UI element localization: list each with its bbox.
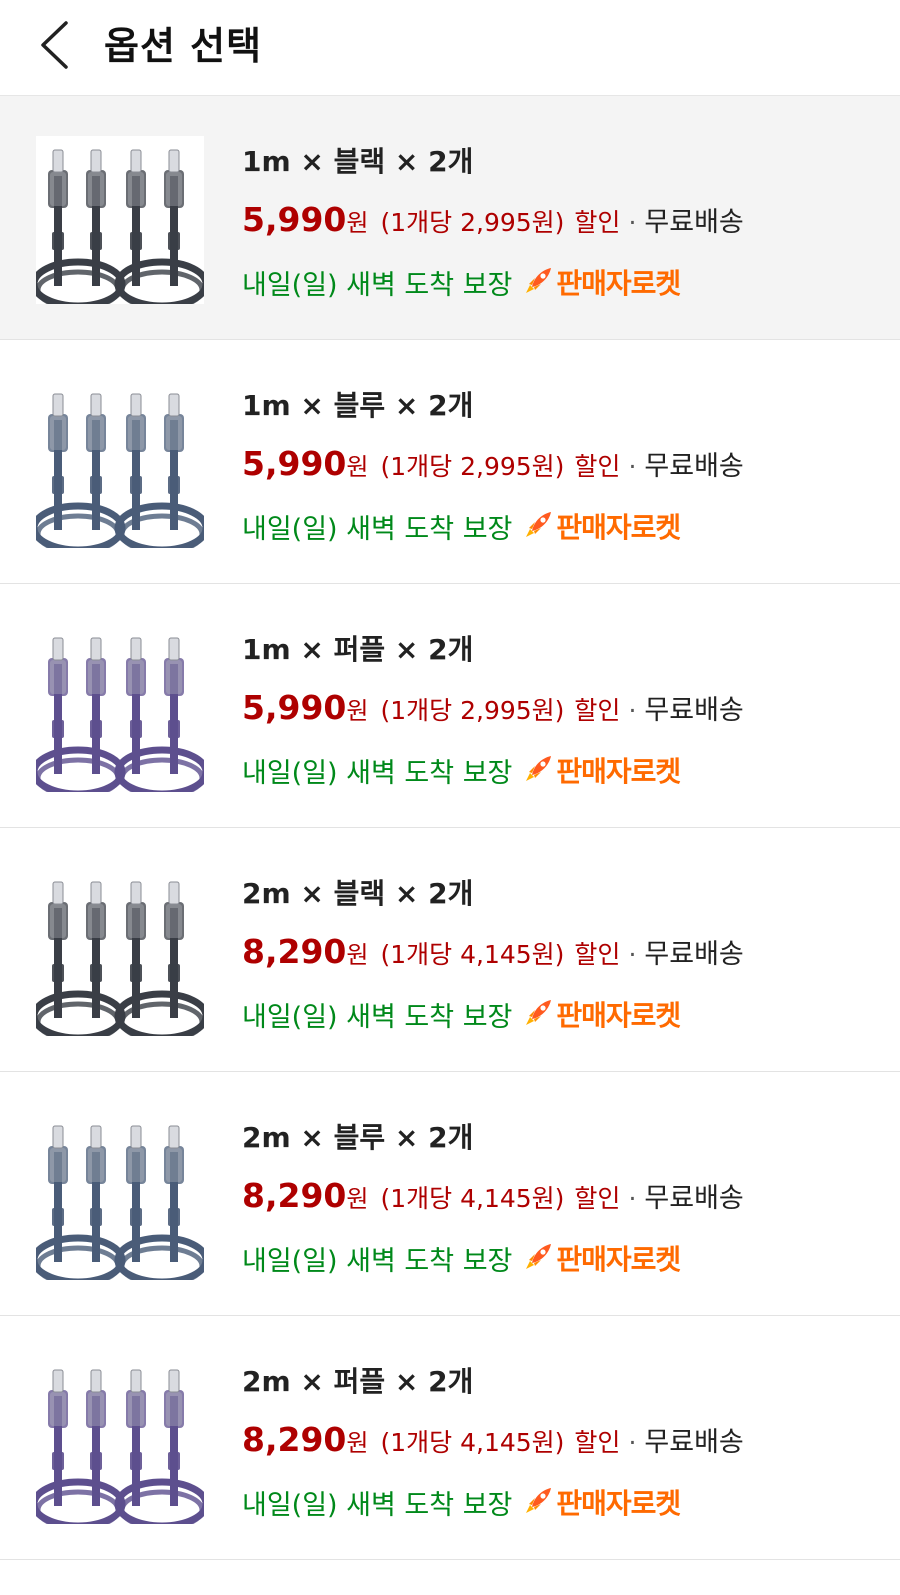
- option-item[interactable]: 2m × 블루 × 2개 8,290 원 (1개당 4,145원) 할인 · 무…: [0, 1072, 900, 1316]
- unit-price: (1개당 2,995원): [380, 696, 565, 725]
- price-line: 5,990 원 (1개당 2,995원) 할인 · 무료배송: [242, 200, 744, 244]
- option-item[interactable]: 2m × 퍼플 × 2개 8,290 원 (1개당 4,145원) 할인 · 무…: [0, 1316, 900, 1560]
- option-name: 1m × 블루 × 2개: [242, 389, 474, 422]
- unit-price: (1개당 4,145원): [380, 940, 565, 969]
- delivery-line: 내일(일) 새벽 도착 보장 판매자로켓: [242, 992, 681, 1036]
- option-name: 2m × 블루 × 2개: [242, 1121, 474, 1154]
- product-thumbnail: [36, 380, 204, 548]
- separator-dot: ·: [628, 1184, 637, 1213]
- seller-rocket-badge: 판매자로켓: [556, 755, 681, 788]
- separator-dot: ·: [628, 940, 637, 969]
- option-name: 1m × 블랙 × 2개: [242, 145, 474, 178]
- shipping-label: 무료배송: [644, 1183, 744, 1214]
- option-item[interactable]: 1m × 블랙 × 2개 5,990 원 (1개당 2,995원) 할인 · 무…: [0, 96, 900, 340]
- delivery-line: 내일(일) 새벽 도착 보장 판매자로켓: [242, 1236, 681, 1280]
- arrival-guarantee: 내일(일) 새벽 도착 보장: [242, 1489, 513, 1521]
- unit-price: (1개당 2,995원): [380, 208, 565, 237]
- product-thumbnail: [36, 136, 204, 304]
- discount-label: 할인: [574, 1184, 621, 1213]
- option-item[interactable]: 1m × 퍼플 × 2개 5,990 원 (1개당 2,995원) 할인 · 무…: [0, 584, 900, 828]
- price: 8,290: [242, 1420, 347, 1459]
- page-title: 옵션 선택: [104, 24, 263, 68]
- separator-dot: ·: [628, 452, 637, 481]
- option-list: 1m × 블랙 × 2개 5,990 원 (1개당 2,995원) 할인 · 무…: [0, 96, 900, 1560]
- unit-price: (1개당 2,995원): [380, 452, 565, 481]
- currency-label: 원: [346, 1429, 369, 1457]
- seller-rocket-badge: 판매자로켓: [556, 511, 681, 544]
- seller-rocket-badge: 판매자로켓: [556, 1487, 681, 1520]
- top-bar: 옵션 선택: [0, 0, 900, 96]
- shipping-label: 무료배송: [644, 1427, 744, 1458]
- product-thumbnail: [36, 624, 204, 792]
- seller-rocket-badge: 판매자로켓: [556, 1243, 681, 1276]
- price: 8,290: [242, 932, 347, 971]
- rocket-icon: [526, 512, 552, 537]
- discount-label: 할인: [574, 696, 621, 725]
- arrival-guarantee: 내일(일) 새벽 도착 보장: [242, 269, 513, 301]
- option-name: 2m × 블랙 × 2개: [242, 877, 474, 910]
- delivery-line: 내일(일) 새벽 도착 보장 판매자로켓: [242, 748, 681, 792]
- currency-label: 원: [346, 209, 369, 237]
- discount-label: 할인: [574, 452, 621, 481]
- option-name: 1m × 퍼플 × 2개: [242, 633, 474, 666]
- price: 5,990: [242, 688, 347, 727]
- rocket-icon: [526, 1488, 552, 1513]
- currency-label: 원: [346, 941, 369, 969]
- rocket-icon: [526, 756, 552, 781]
- unit-price: (1개당 4,145원): [380, 1184, 565, 1213]
- price-line: 8,290 원 (1개당 4,145원) 할인 · 무료배송: [242, 1420, 744, 1464]
- price-line: 8,290 원 (1개당 4,145원) 할인 · 무료배송: [242, 932, 744, 976]
- discount-label: 할인: [574, 208, 621, 237]
- shipping-label: 무료배송: [644, 939, 744, 970]
- product-thumbnail: [36, 868, 204, 1036]
- price: 5,990: [242, 444, 347, 483]
- price-line: 8,290 원 (1개당 4,145원) 할인 · 무료배송: [242, 1176, 744, 1220]
- arrival-guarantee: 내일(일) 새벽 도착 보장: [242, 513, 513, 545]
- delivery-line: 내일(일) 새벽 도착 보장 판매자로켓: [242, 504, 681, 548]
- shipping-label: 무료배송: [644, 695, 744, 726]
- price-line: 5,990 원 (1개당 2,995원) 할인 · 무료배송: [242, 688, 744, 732]
- shipping-label: 무료배송: [644, 207, 744, 238]
- product-thumbnail: [36, 1356, 204, 1524]
- product-thumbnail: [36, 1112, 204, 1280]
- shipping-label: 무료배송: [644, 451, 744, 482]
- rocket-icon: [526, 1244, 552, 1269]
- separator-dot: ·: [628, 696, 637, 725]
- seller-rocket-badge: 판매자로켓: [556, 267, 681, 300]
- currency-label: 원: [346, 697, 369, 725]
- seller-rocket-badge: 판매자로켓: [556, 999, 681, 1032]
- discount-label: 할인: [574, 1428, 621, 1457]
- currency-label: 원: [346, 1185, 369, 1213]
- price: 8,290: [242, 1176, 347, 1215]
- price-line: 5,990 원 (1개당 2,995원) 할인 · 무료배송: [242, 444, 744, 488]
- delivery-line: 내일(일) 새벽 도착 보장 판매자로켓: [242, 260, 681, 304]
- separator-dot: ·: [628, 1428, 637, 1457]
- arrival-guarantee: 내일(일) 새벽 도착 보장: [242, 1245, 513, 1277]
- delivery-line: 내일(일) 새벽 도착 보장 판매자로켓: [242, 1480, 681, 1524]
- back-button[interactable]: [30, 18, 78, 72]
- discount-label: 할인: [574, 940, 621, 969]
- price: 5,990: [242, 200, 347, 239]
- arrival-guarantee: 내일(일) 새벽 도착 보장: [242, 757, 513, 789]
- separator-dot: ·: [628, 208, 637, 237]
- unit-price: (1개당 4,145원): [380, 1428, 565, 1457]
- rocket-icon: [526, 268, 552, 293]
- currency-label: 원: [346, 453, 369, 481]
- option-item[interactable]: 1m × 블루 × 2개 5,990 원 (1개당 2,995원) 할인 · 무…: [0, 340, 900, 584]
- chevron-left-icon: [41, 21, 68, 69]
- arrival-guarantee: 내일(일) 새벽 도착 보장: [242, 1001, 513, 1033]
- option-item[interactable]: 2m × 블랙 × 2개 8,290 원 (1개당 4,145원) 할인 · 무…: [0, 828, 900, 1072]
- option-name: 2m × 퍼플 × 2개: [242, 1365, 474, 1398]
- rocket-icon: [526, 1000, 552, 1025]
